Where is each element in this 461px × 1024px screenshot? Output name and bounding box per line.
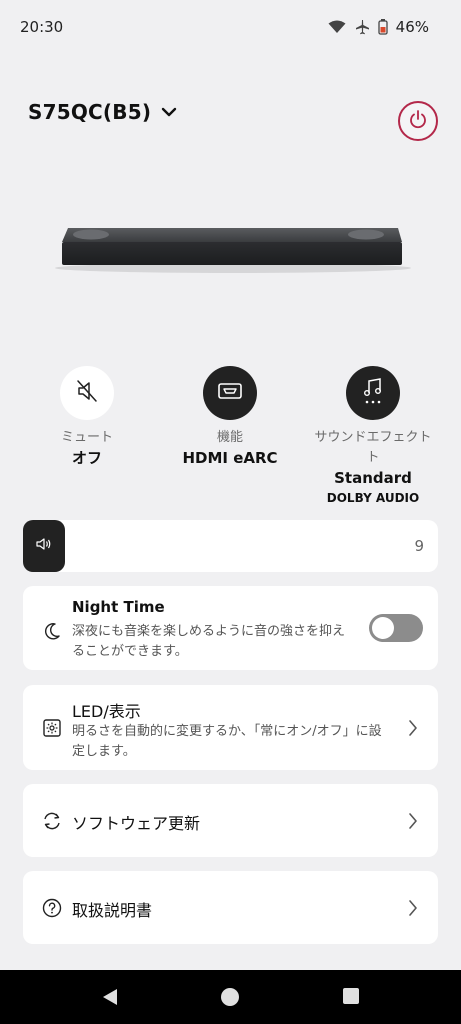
night-time-title: Night Time <box>72 598 165 616</box>
status-bar: 20:30 46% <box>0 0 461 56</box>
mute-button[interactable] <box>60 366 114 420</box>
night-time-toggle[interactable] <box>369 614 423 642</box>
led-desc-line2: 定します。 <box>72 744 136 759</box>
toggle-knob <box>372 617 394 639</box>
function-control[interactable]: 機能 HDMI eARC <box>160 366 300 468</box>
function-value: HDMI eARC <box>182 449 278 467</box>
mute-label: ミュート <box>60 430 113 445</box>
hdmi-icon <box>217 381 243 405</box>
function-label: 機能 <box>216 430 243 445</box>
volume-value: 9 <box>414 537 424 555</box>
speaker-icon <box>35 536 53 556</box>
home-icon[interactable] <box>220 987 240 1011</box>
night-time-desc-line1: 深夜にも音楽を楽しめるように音の強さを抑え <box>72 624 346 639</box>
wifi-icon <box>328 20 346 34</box>
chevron-down-icon <box>161 103 177 122</box>
function-button[interactable] <box>203 366 257 420</box>
software-update-title: ソフトウェア更新 <box>72 814 201 833</box>
volume-handle[interactable] <box>23 520 65 572</box>
back-icon[interactable] <box>100 987 120 1011</box>
manual-card[interactable]: 取扱説明書 <box>23 871 438 944</box>
battery-percent: 46% <box>395 18 429 36</box>
night-time-card: Night Time 深夜にも音楽を楽しめるように音の強さを抑え ることができま… <box>23 586 438 670</box>
sound-effect-label-line1: サウンドエフェクト <box>314 430 432 445</box>
battery-icon <box>378 19 388 35</box>
sound-effect-button[interactable] <box>346 366 400 420</box>
recents-icon[interactable] <box>342 987 360 1009</box>
sound-effect-label: サウンドエフェクト ト <box>314 428 431 468</box>
brightness-icon <box>41 717 63 739</box>
chevron-right-icon <box>408 812 418 834</box>
sound-effect-sub: DOLBY AUDIO <box>326 491 420 505</box>
speaker-muted-icon <box>74 378 100 408</box>
status-time: 20:30 <box>20 18 64 36</box>
led-desc: 明るさを自動的に変更するか、「常にオン/オフ」に設 定します。 <box>72 722 402 762</box>
led-title: LED/表示 <box>72 702 141 721</box>
led-desc-line1: 明るさを自動的に変更するか、「常にオン/オフ」に設 <box>72 724 382 739</box>
device-selector[interactable]: S75QC(B5) <box>28 100 177 124</box>
volume-slider[interactable]: 9 <box>23 520 438 572</box>
music-note-icon <box>360 377 386 409</box>
sound-effect-control[interactable]: サウンドエフェクト ト Standard DOLBY AUDIO <box>303 366 443 508</box>
sound-effect-label-line2: ト <box>366 450 380 465</box>
airplane-icon <box>354 19 370 35</box>
manual-title: 取扱説明書 <box>72 901 153 920</box>
soundbar-image <box>48 218 418 288</box>
power-button[interactable] <box>398 101 438 141</box>
led-display-card[interactable]: LED/表示 明るさを自動的に変更するか、「常にオン/オフ」に設 定します。 <box>23 685 438 770</box>
mute-value: オフ <box>71 449 102 467</box>
status-icons: 46% <box>328 18 429 36</box>
device-name: S75QC(B5) <box>28 100 152 124</box>
power-icon <box>408 109 428 133</box>
help-icon <box>41 897 63 919</box>
sound-effect-value: Standard <box>334 469 412 487</box>
night-time-desc-line2: ることができます。 <box>72 644 188 659</box>
software-update-card[interactable]: ソフトウェア更新 <box>23 784 438 857</box>
night-time-desc: 深夜にも音楽を楽しめるように音の強さを抑え ることができます。 <box>72 622 372 662</box>
mute-control[interactable]: ミュート オフ <box>17 366 157 468</box>
chevron-right-icon <box>408 719 418 741</box>
refresh-icon <box>41 810 63 832</box>
navigation-bar <box>0 970 461 1024</box>
chevron-right-icon <box>408 899 418 921</box>
moon-icon <box>41 620 63 642</box>
